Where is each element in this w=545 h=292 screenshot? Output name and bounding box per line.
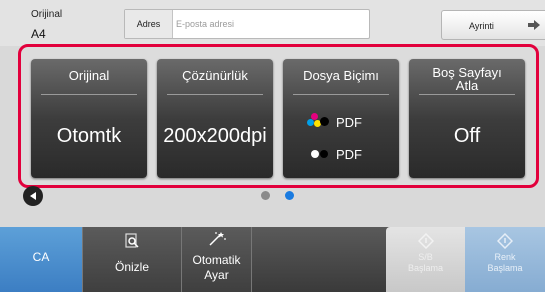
tile-value: 200x200dpi xyxy=(163,125,267,147)
preview-button[interactable]: Önizle xyxy=(82,227,181,292)
triangle-left-icon xyxy=(30,192,36,200)
divider xyxy=(41,94,137,95)
auto-adjust-button[interactable]: Otomatik Ayar xyxy=(181,227,252,292)
settings-panel: Orijinal Otomtk Çözünürlük 200x200dpi Do… xyxy=(18,44,539,188)
preview-icon xyxy=(125,233,139,248)
bw-format-row: PDF xyxy=(307,146,387,164)
black-dot-icon xyxy=(320,117,329,126)
detail-button-label: Ayrinti xyxy=(469,21,494,31)
clear-all-label: CA xyxy=(32,250,50,264)
address-field[interactable]: Adres xyxy=(124,9,370,39)
tile-title: Boş Sayfayı Atla xyxy=(409,66,525,92)
tile-title-line2: Atla xyxy=(455,78,479,93)
color-start-label-line1: Renk xyxy=(494,252,516,262)
previous-page-button[interactable] xyxy=(23,186,43,206)
tile-title: Orijinal xyxy=(68,68,110,83)
tile-value: Otomtk xyxy=(56,125,122,147)
arrow-right-icon xyxy=(528,20,540,30)
original-size-label: Orijinal xyxy=(31,9,63,20)
clear-all-button[interactable]: CA xyxy=(0,227,82,292)
start-diamond-icon xyxy=(418,233,434,249)
preview-label: Önizle xyxy=(114,260,149,274)
black-dot-icon xyxy=(320,150,328,158)
page-indicator-1[interactable] xyxy=(261,191,270,200)
skip-blank-page-tile[interactable]: Boş Sayfayı Atla Off xyxy=(409,59,525,178)
address-button[interactable]: Adres xyxy=(125,10,173,38)
bw-format-value: PDF xyxy=(336,147,362,162)
bw-start-label-line1: S/B xyxy=(418,252,433,262)
tile-value: Off xyxy=(453,125,481,147)
color-start-button[interactable]: Renk Başlama xyxy=(465,227,545,292)
email-address-input[interactable] xyxy=(174,10,368,38)
start-diamond-icon xyxy=(497,233,513,249)
color-format-row: PDF xyxy=(307,113,387,132)
cyan-dot-icon xyxy=(307,119,314,126)
page-indicator-2[interactable] xyxy=(285,191,294,200)
white-dot-icon xyxy=(311,150,319,158)
divider xyxy=(419,94,515,95)
divider xyxy=(167,94,263,95)
color-format-value: PDF xyxy=(336,115,362,130)
auto-adjust-label-line1: Otomatik xyxy=(192,253,241,267)
auto-adjust-label-line2: Ayar xyxy=(204,268,229,282)
magic-wand-icon xyxy=(209,232,226,246)
file-format-tile[interactable]: Dosya Biçimı PDF PDF xyxy=(283,59,399,178)
bw-start-label-line2: Başlama xyxy=(407,263,443,273)
tile-title: Dosya Biçimı xyxy=(303,68,379,83)
color-start-label-line2: Başlama xyxy=(487,263,523,273)
bw-start-button[interactable]: S/B Başlama xyxy=(386,227,465,292)
original-tile[interactable]: Orijinal Otomtk xyxy=(31,59,147,178)
detail-button[interactable]: Ayrinti xyxy=(441,10,545,40)
original-size-value: A4 xyxy=(31,27,46,41)
resolution-tile[interactable]: Çözünürlük 200x200dpi xyxy=(157,59,273,178)
tile-title: Çözünürlük xyxy=(182,68,248,83)
divider xyxy=(293,94,389,95)
